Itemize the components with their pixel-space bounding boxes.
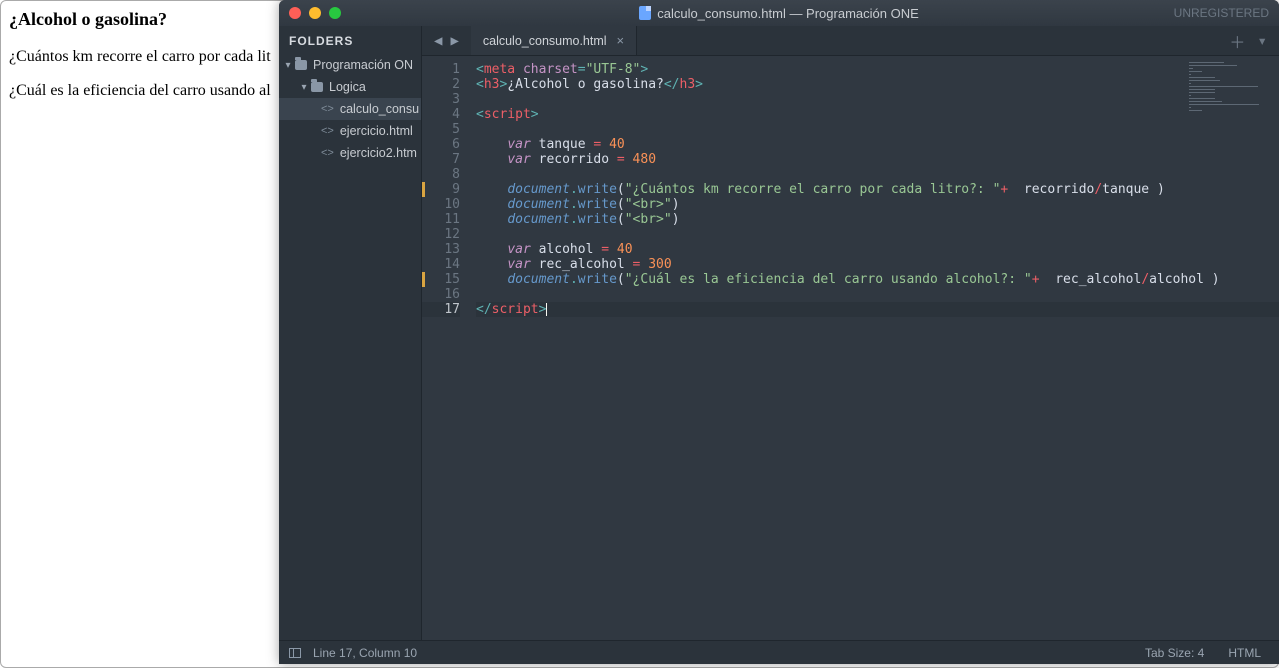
license-label: UNREGISTERED [1174,6,1269,20]
window-controls [289,7,341,19]
code-line[interactable] [476,167,1279,182]
code-line[interactable]: document.write("<br>") [476,197,1279,212]
code-line[interactable]: document.write("¿Cuál es la eficiencia d… [476,272,1279,287]
window-title-text: calculo_consumo.html — Programación ONE [657,6,919,21]
sidebar-header: FOLDERS [279,26,421,54]
tabbar-right: ＋ ▾ [1217,26,1279,55]
panel-toggle-icon[interactable] [289,648,301,658]
close-window-button[interactable] [289,7,301,19]
code-line[interactable]: var alcohol = 40 [476,242,1279,257]
code-line[interactable]: var recorrido = 480 [476,152,1279,167]
code-line[interactable] [476,92,1279,107]
code-editor[interactable]: <meta charset="UTF-8"><h3>¿Alcohol o gas… [466,56,1279,640]
disclosure-icon[interactable]: ▾ [299,82,309,93]
tab-menu-icon[interactable]: ▾ [1257,31,1267,50]
line-number[interactable]: 16 [422,287,460,302]
code-line[interactable]: </script> [476,302,1279,317]
line-number[interactable]: 9 [422,182,460,197]
line-number[interactable]: 7 [422,152,460,167]
line-number[interactable]: 11 [422,212,460,227]
tab-close-icon[interactable]: × [617,33,625,48]
line-number[interactable]: 8 [422,167,460,182]
line-number[interactable]: 3 [422,92,460,107]
code-line[interactable]: var tanque = 40 [476,137,1279,152]
code-line[interactable]: <script> [476,107,1279,122]
code-line[interactable]: document.write("¿Cuántos km recorre el c… [476,182,1279,197]
file-row[interactable]: <> ejercicio2.htm [279,142,421,164]
tree-item-label: ejercicio.html [340,124,413,138]
file-icon: <> [321,103,334,115]
line-number[interactable]: 14 [422,257,460,272]
titlebar[interactable]: calculo_consumo.html — Programación ONE … [279,0,1279,26]
line-number[interactable]: 15 [422,272,460,287]
tree-item-label: Programación ON [313,58,413,72]
workarea: FOLDERS ▾ Programación ON ▾ Logica <> calculo… [279,26,1279,640]
line-number[interactable]: 5 [422,122,460,137]
file-row[interactable]: <> ejercicio.html [279,120,421,142]
line-number[interactable]: 6 [422,137,460,152]
tree-item-label: ejercicio2.htm [340,146,417,160]
nav-back-icon[interactable]: ◀ [434,33,442,49]
editor-main: ◀ ▶ calculo_consumo.html × ＋ ▾ 123456789… [422,26,1279,640]
gutter[interactable]: 1234567891011121314151617 [422,56,466,640]
code-line[interactable] [476,122,1279,137]
editor-window: calculo_consumo.html — Programación ONE … [279,0,1279,664]
code-line[interactable]: <h3>¿Alcohol o gasolina?</h3> [476,77,1279,92]
tab-size[interactable]: Tab Size: 4 [1145,646,1204,660]
line-number[interactable]: 10 [422,197,460,212]
line-number[interactable]: 4 [422,107,460,122]
code-line[interactable]: var rec_alcohol = 300 [476,257,1279,272]
syntax-language[interactable]: HTML [1228,646,1261,660]
file-icon [639,6,651,20]
line-number[interactable]: 1 [422,62,460,77]
file-icon: <> [321,147,334,159]
code-area[interactable]: 1234567891011121314151617 <meta charset=… [422,56,1279,640]
statusbar[interactable]: Line 17, Column 10 Tab Size: 4 HTML [279,640,1279,664]
line-number[interactable]: 13 [422,242,460,257]
line-number[interactable]: 17 [422,302,460,317]
file-icon: <> [321,125,334,137]
folder-row[interactable]: ▾ Logica [279,76,421,98]
code-line[interactable]: <meta charset="UTF-8"> [476,62,1279,77]
code-line[interactable] [476,287,1279,302]
file-row[interactable]: <> calculo_consu [279,98,421,120]
window-title: calculo_consumo.html — Programación ONE [279,6,1279,21]
folder-icon [311,82,323,92]
text-cursor [546,303,547,316]
disclosure-icon[interactable]: ▾ [283,60,293,71]
tab-active[interactable]: calculo_consumo.html × [471,26,637,55]
tab-label: calculo_consumo.html [483,34,607,48]
cursor-position[interactable]: Line 17, Column 10 [313,646,417,660]
tree-item-label: calculo_consu [340,102,419,116]
minimize-window-button[interactable] [309,7,321,19]
tabbar[interactable]: ◀ ▶ calculo_consumo.html × ＋ ▾ [422,26,1279,56]
tabbar-spacer [637,26,1217,55]
tab-nav: ◀ ▶ [422,26,471,55]
nav-forward-icon[interactable]: ▶ [450,33,458,49]
tree-item-label: Logica [329,80,366,94]
code-line[interactable] [476,227,1279,242]
folder-tree[interactable]: ▾Programación ON▾Logica<>calculo_consu<>… [279,54,421,640]
line-number[interactable]: 12 [422,227,460,242]
maximize-window-button[interactable] [329,7,341,19]
new-tab-icon[interactable]: ＋ [1229,29,1245,53]
folder-icon [295,60,307,70]
code-line[interactable]: document.write("<br>") [476,212,1279,227]
line-number[interactable]: 2 [422,77,460,92]
sidebar[interactable]: FOLDERS ▾ Programación ON ▾ Logica <> calculo… [279,26,422,640]
folder-row[interactable]: ▾ Programación ON [279,54,421,76]
